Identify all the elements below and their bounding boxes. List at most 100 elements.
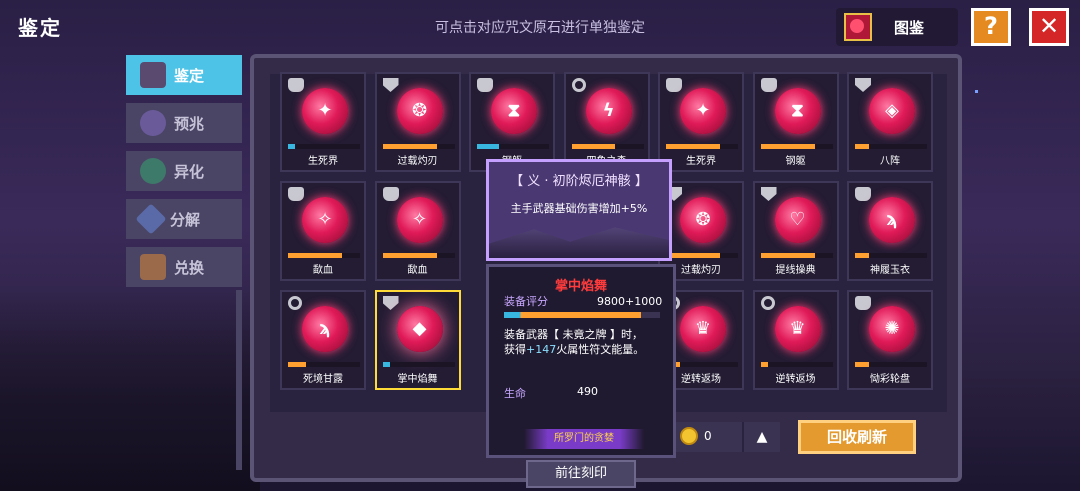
- rune-glyph: ✦: [695, 100, 711, 121]
- recycle-refresh-button[interactable]: 回收刷新: [798, 420, 916, 454]
- rune-glyph: ϡ: [319, 318, 331, 339]
- rune-progress-fill: [855, 144, 870, 149]
- rune-glyph: ✧: [411, 209, 428, 230]
- stat-value: 490: [577, 385, 598, 398]
- sidebar-item-label: 鉴定: [174, 66, 205, 85]
- rune-card[interactable]: ✺ 恸彩轮盘: [847, 290, 933, 390]
- decompose-icon: [135, 203, 167, 235]
- set-name-banner[interactable]: 所罗门的贪婪: [524, 429, 644, 449]
- rune-card[interactable]: ♛ 逆转返场: [752, 290, 839, 390]
- rune-glyph: ϟ: [602, 100, 615, 121]
- rune-card[interactable]: ◈ 八阵: [847, 72, 933, 172]
- rune-card[interactable]: ◆ 掌中焰舞: [374, 290, 461, 390]
- appraise-icon: [140, 62, 166, 88]
- rune-progress-fill: [288, 362, 306, 367]
- rune-card-name: 死境甘露: [303, 374, 343, 385]
- rune-card[interactable]: ⧗钢躯: [752, 72, 839, 172]
- rune-card[interactable]: ✦ 生死界: [658, 72, 744, 172]
- rune-glyph: ⧗: [791, 100, 804, 121]
- desc-highlight: +147: [526, 343, 557, 356]
- rune-card[interactable]: ϡ 死境甘露: [280, 290, 366, 390]
- coin-icon: [680, 427, 698, 445]
- omen-icon: [140, 110, 166, 136]
- rune-card[interactable]: ❂ 过载灼刃: [374, 72, 461, 172]
- rune-gem-icon: ✧: [302, 197, 348, 243]
- rune-card[interactable]: ϟ四象之森: [563, 72, 650, 172]
- rune-detail-popup: 掌中焰舞 装备评分 9800+1000 装备武器【 未竟之牌 】时， 获得+14…: [486, 264, 676, 458]
- desc-line-2: 获得+147火属性符文能量。: [504, 342, 666, 357]
- book-icon: [844, 13, 872, 41]
- rune-card-name: 生死界: [686, 156, 716, 167]
- set-bonus-popup: 【 义 · 初阶烬厄神骸 】 主手武器基础伤害增加+5%: [486, 159, 672, 261]
- codex-label: 图鉴: [894, 18, 925, 37]
- rune-progress-bar: [666, 253, 738, 258]
- sidebar-item-appraise[interactable]: 鉴定: [126, 55, 242, 95]
- rune-progress-bar: [760, 362, 833, 367]
- rune-glyph: ⧗: [507, 100, 521, 121]
- rune-card[interactable]: ⧗钢躯: [469, 72, 555, 172]
- rune-progress-fill: [666, 144, 720, 149]
- rune-progress-bar: [855, 253, 927, 258]
- rune-card-name: 歃血: [313, 265, 333, 276]
- mountain-artwork: [489, 227, 669, 258]
- close-button[interactable]: ✕: [1029, 8, 1069, 46]
- sidebar: 鉴定 预兆 异化 分解 兑换: [126, 55, 242, 295]
- background-landscape: [0, 291, 260, 491]
- rune-progress-fill: [288, 253, 342, 258]
- rune-gem-icon: ϡ: [302, 306, 348, 352]
- rune-progress-fill: [760, 144, 815, 149]
- stat-label: 生命: [504, 387, 526, 400]
- go-engrave-button[interactable]: 前往刻印: [526, 460, 636, 488]
- rune-card-name: 恸彩轮盘: [870, 374, 910, 385]
- rune-progress-fill: [571, 144, 615, 149]
- sidebar-item-decompose[interactable]: 分解: [126, 199, 242, 239]
- rune-progress-fill: [382, 144, 437, 149]
- score-bar: [504, 312, 660, 318]
- rune-gem-icon: ◈: [869, 88, 915, 134]
- rune-progress-bar: [382, 362, 455, 367]
- rune-card-name: 生死界: [308, 156, 338, 167]
- coin-value: 0: [704, 429, 712, 443]
- rune-progress-fill: [477, 144, 499, 149]
- rune-glyph: ❂: [411, 100, 428, 121]
- rune-glyph: ϡ: [886, 209, 898, 230]
- rune-progress-bar: [855, 362, 927, 367]
- rune-gem-icon: ⧗: [491, 88, 537, 134]
- ring-icon: [760, 296, 775, 310]
- rune-progress-fill: [760, 362, 768, 367]
- rune-progress-fill: [855, 362, 870, 367]
- sidebar-item-mutation[interactable]: 异化: [126, 151, 242, 191]
- rune-card[interactable]: ϡ 神履玉衣: [847, 181, 933, 281]
- sidebar-item-label: 异化: [174, 162, 205, 181]
- expand-up-button[interactable]: ▲: [742, 422, 780, 452]
- rune-gem-icon: ⧗: [774, 88, 821, 134]
- rune-gem-icon: ✺: [869, 306, 915, 352]
- rune-glyph: ♡: [789, 209, 806, 230]
- rune-glyph: ✺: [884, 318, 900, 339]
- rune-description: 装备武器【 未竟之牌 】时， 获得+147火属性符文能量。: [504, 327, 666, 357]
- rune-progress-fill: [760, 253, 815, 258]
- rune-card[interactable]: ✧ 歃血: [280, 181, 366, 281]
- rune-card[interactable]: ✦ 生死界: [280, 72, 366, 172]
- rune-progress-bar: [760, 144, 833, 149]
- rune-card-name: 逆转返场: [775, 374, 816, 385]
- sidebar-item-exchange[interactable]: 兑换: [126, 247, 242, 287]
- rune-progress-bar: [855, 144, 927, 149]
- rune-card-name: 神履玉衣: [870, 265, 910, 276]
- sidebar-item-label: 预兆: [174, 114, 205, 133]
- rune-progress-fill: [666, 253, 720, 258]
- rune-card[interactable]: ♡ 提线操典: [752, 181, 839, 281]
- help-button[interactable]: ?: [971, 8, 1011, 46]
- sidebar-item-omen[interactable]: 预兆: [126, 103, 242, 143]
- rune-card-name: 提线操典: [775, 265, 816, 276]
- rune-card-name: 歃血: [407, 265, 428, 276]
- rune-card[interactable]: ✧ 歃血: [374, 181, 461, 281]
- rune-gem-icon: ϡ: [869, 197, 915, 243]
- rune-progress-bar: [477, 144, 549, 149]
- codex-button[interactable]: 图鉴: [836, 8, 958, 46]
- rune-glyph: ♛: [789, 318, 806, 339]
- rune-progress-bar: [288, 362, 360, 367]
- sidebar-scrollbar[interactable]: [236, 290, 242, 470]
- ring-icon: [571, 78, 586, 92]
- rune-progress-bar: [288, 144, 360, 149]
